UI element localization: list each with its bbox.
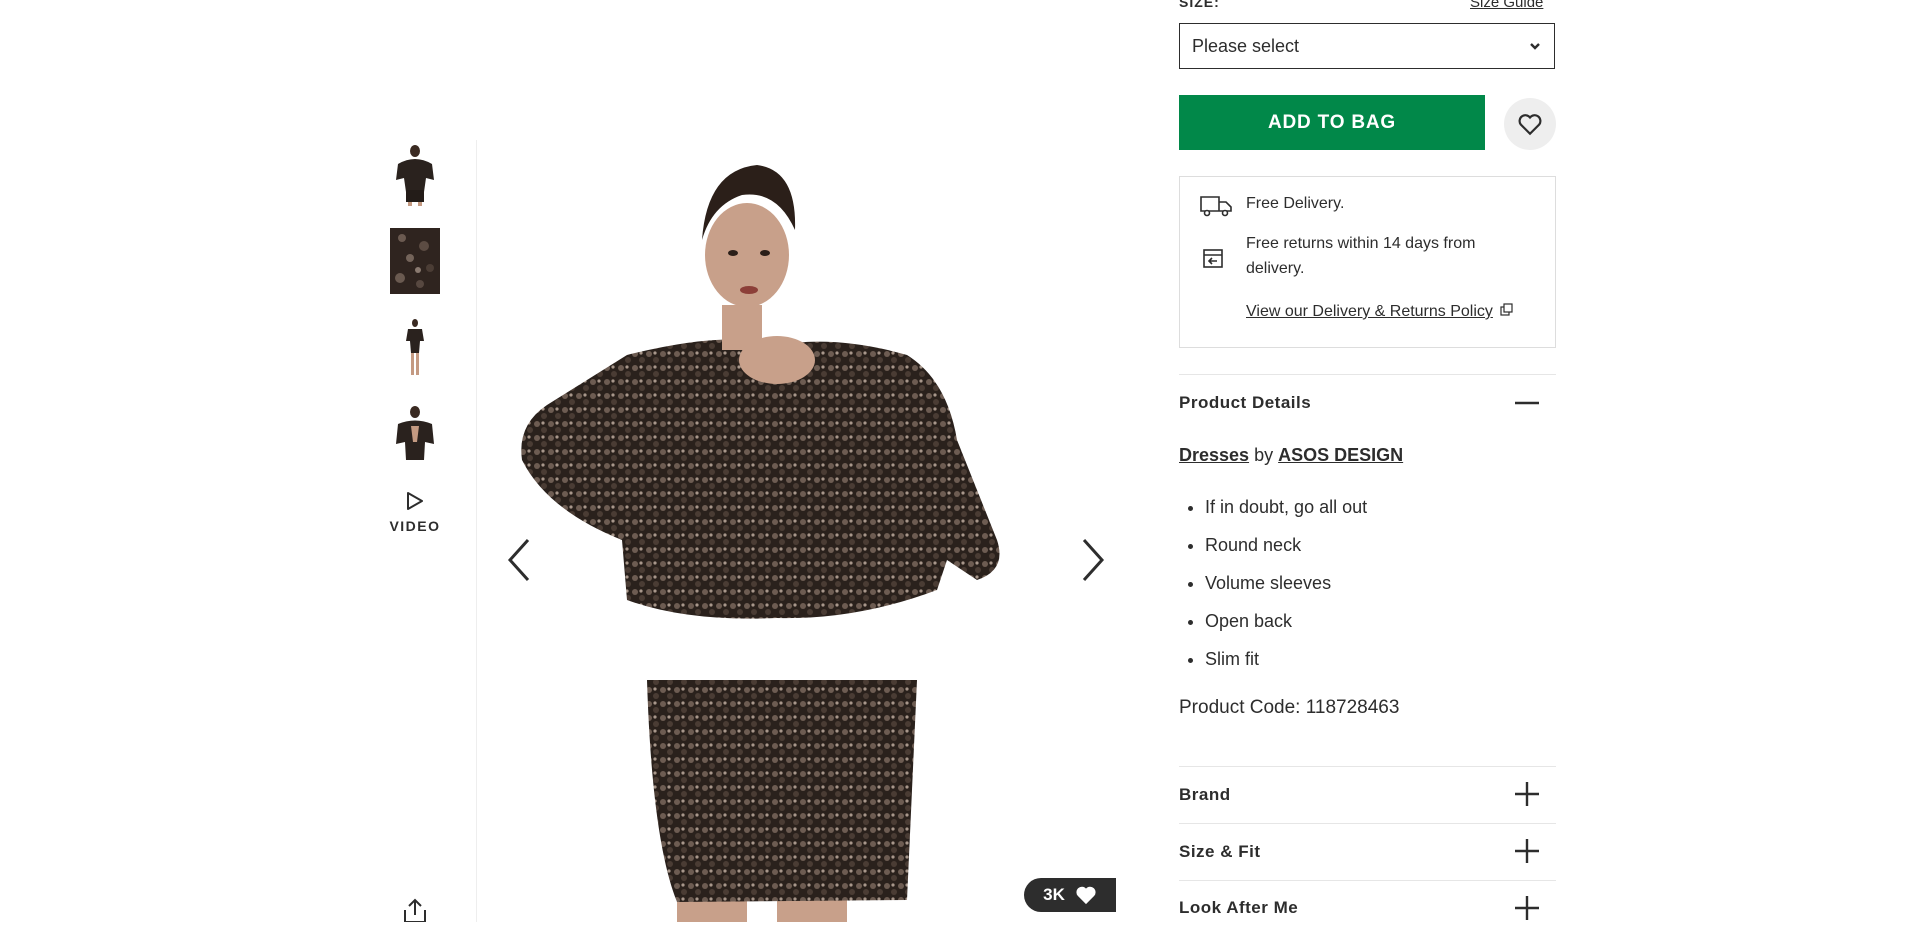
category-link[interactable]: Dresses — [1179, 445, 1249, 465]
next-image-button[interactable] — [1072, 536, 1112, 584]
divider — [1179, 766, 1556, 767]
size-select-value: Please select — [1192, 35, 1300, 56]
saves-count-badge[interactable]: 3K — [1024, 878, 1116, 912]
plus-icon — [1515, 839, 1539, 863]
divider — [1179, 823, 1556, 824]
thumbnail-front-view[interactable] — [390, 140, 440, 206]
add-to-bag-button[interactable]: ADD TO BAG — [1179, 95, 1485, 150]
arrow-left-icon — [507, 538, 530, 582]
policy-link-text: View our Delivery & Returns Policy — [1246, 303, 1493, 320]
product-details-heading[interactable]: Product Details — [1179, 393, 1311, 413]
divider — [1179, 880, 1556, 881]
list-item: Volume sleeves — [1205, 569, 1367, 607]
free-delivery-text: Free Delivery. — [1246, 195, 1345, 212]
heart-icon — [1076, 886, 1096, 905]
product-details-collapse-toggle[interactable] — [1514, 390, 1540, 416]
plus-icon — [1515, 782, 1539, 806]
share-button[interactable] — [401, 898, 429, 923]
by-text: by — [1254, 445, 1274, 465]
look-after-me-accordion-toggle[interactable] — [1514, 895, 1540, 921]
heart-icon — [1518, 114, 1542, 136]
truck-icon — [1200, 196, 1232, 217]
arrow-right-icon — [1082, 538, 1105, 582]
delivery-info-box: Free Delivery. Free returns within 14 da… — [1179, 176, 1556, 348]
product-code: Product Code: 118728463 — [1179, 697, 1400, 718]
product-byline: Dresses by ASOS DESIGN — [1179, 445, 1403, 466]
brand-accordion-toggle[interactable] — [1514, 781, 1540, 807]
minus-icon — [1515, 401, 1539, 405]
size-label: SIZE: — [1179, 0, 1220, 10]
divider — [1179, 374, 1556, 375]
delivery-returns-policy-link[interactable]: View our Delivery & Returns Policy — [1246, 299, 1513, 324]
list-item: Open back — [1205, 607, 1367, 645]
brand-accordion-heading[interactable]: Brand — [1179, 785, 1231, 805]
external-link-icon — [1500, 303, 1513, 316]
plus-icon — [1515, 896, 1539, 920]
free-returns-line1: Free returns within 14 days from — [1246, 235, 1476, 252]
saves-count: 3K — [1043, 885, 1065, 904]
save-for-later-button[interactable] — [1504, 98, 1556, 150]
thumbnail-full-length[interactable] — [390, 315, 440, 381]
previous-image-button[interactable] — [500, 536, 540, 584]
video-thumbnail[interactable]: VIDEO — [385, 490, 445, 552]
list-item: Slim fit — [1205, 645, 1367, 683]
brand-link[interactable]: ASOS DESIGN — [1278, 445, 1403, 465]
free-returns-line2: delivery. — [1246, 260, 1305, 277]
returns-icon — [1203, 249, 1223, 268]
thumbnail-sequin-detail[interactable] — [390, 228, 440, 294]
video-label: VIDEO — [389, 518, 441, 534]
list-item: If in doubt, go all out — [1205, 493, 1367, 531]
main-product-image — [476, 140, 1117, 922]
size-guide-link[interactable]: Size Guide — [1470, 0, 1543, 11]
chevron-down-icon — [1530, 43, 1540, 50]
play-icon — [407, 492, 423, 510]
list-item: Round neck — [1205, 531, 1367, 569]
size-fit-accordion-toggle[interactable] — [1514, 838, 1540, 864]
size-fit-accordion-heading[interactable]: Size & Fit — [1179, 842, 1261, 862]
thumbnail-back-view[interactable] — [390, 402, 440, 468]
look-after-me-accordion-heading[interactable]: Look After Me — [1179, 898, 1298, 918]
product-features-list: If in doubt, go all out Round neck Volum… — [1179, 493, 1367, 683]
size-select[interactable]: Please select — [1179, 23, 1555, 69]
share-icon — [404, 898, 426, 923]
